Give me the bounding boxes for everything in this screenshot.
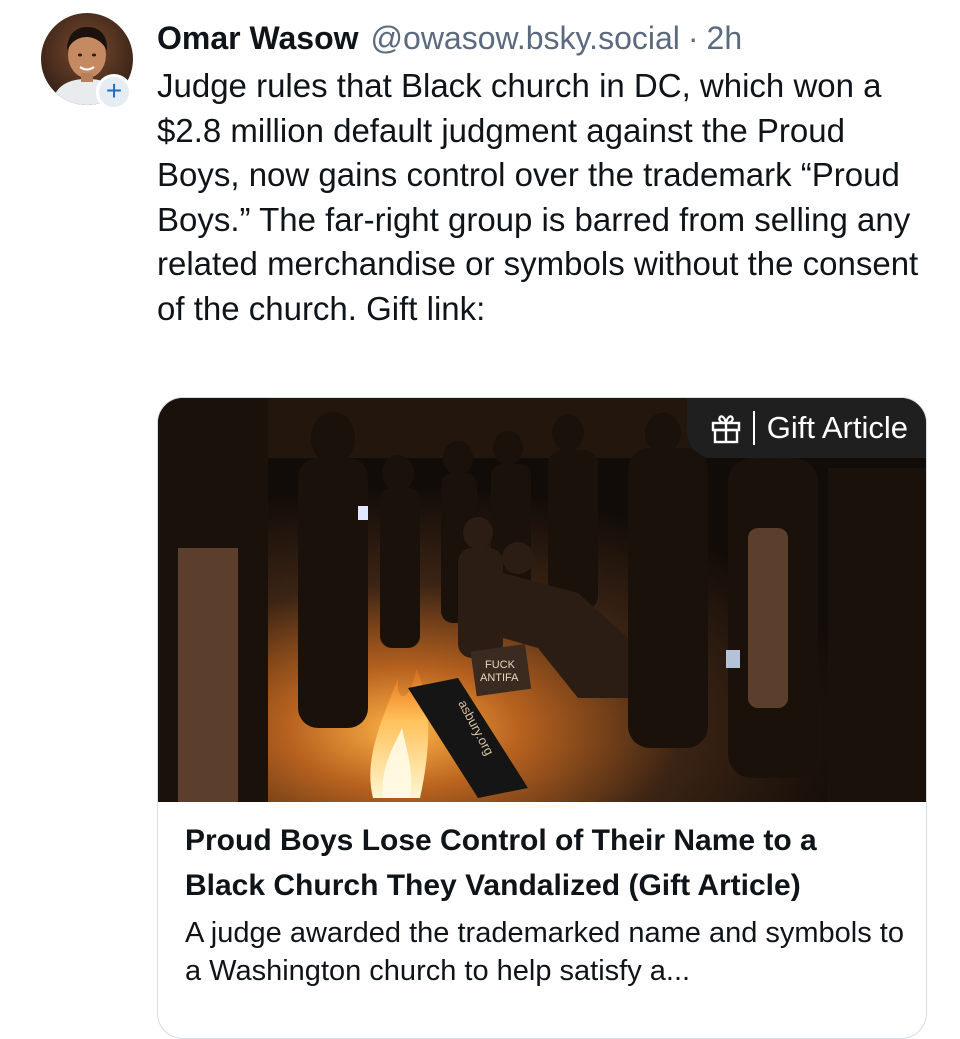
news-photo: FUCK ANTIFA asbury.org xyxy=(158,398,926,802)
post-header: Omar Wasow @owasow.bsky.social · 2h xyxy=(157,16,742,60)
follow-button[interactable]: + xyxy=(96,74,132,110)
separator-dot: · xyxy=(687,20,699,56)
post-text: Judge rules that Black church in DC, whi… xyxy=(157,67,919,327)
badge-divider xyxy=(752,411,755,445)
link-card-title[interactable]: Proud Boys Lose Control of Their Name to… xyxy=(185,818,905,908)
gift-article-label: Gift Article xyxy=(766,410,908,445)
sign-text-1: FUCK xyxy=(485,659,516,671)
link-card[interactable]: FUCK ANTIFA asbury.org Gift Article Prou… xyxy=(157,397,927,1039)
link-card-image: FUCK ANTIFA asbury.org Gift Article xyxy=(158,398,926,802)
gift-icon xyxy=(711,415,740,444)
plus-icon: + xyxy=(105,75,123,106)
link-card-description: A judge awarded the trademarked name and… xyxy=(185,917,904,987)
author-display-name[interactable]: Omar Wasow xyxy=(157,16,359,60)
sign-text-2: ANTIFA xyxy=(480,672,519,684)
post: + Omar Wasow @owasow.bsky.social · 2h Ju… xyxy=(0,0,960,1039)
gift-article-badge: Gift Article xyxy=(686,398,926,458)
post-timestamp[interactable]: 2h xyxy=(707,16,743,60)
author-handle[interactable]: @owasow.bsky.social xyxy=(371,16,680,60)
